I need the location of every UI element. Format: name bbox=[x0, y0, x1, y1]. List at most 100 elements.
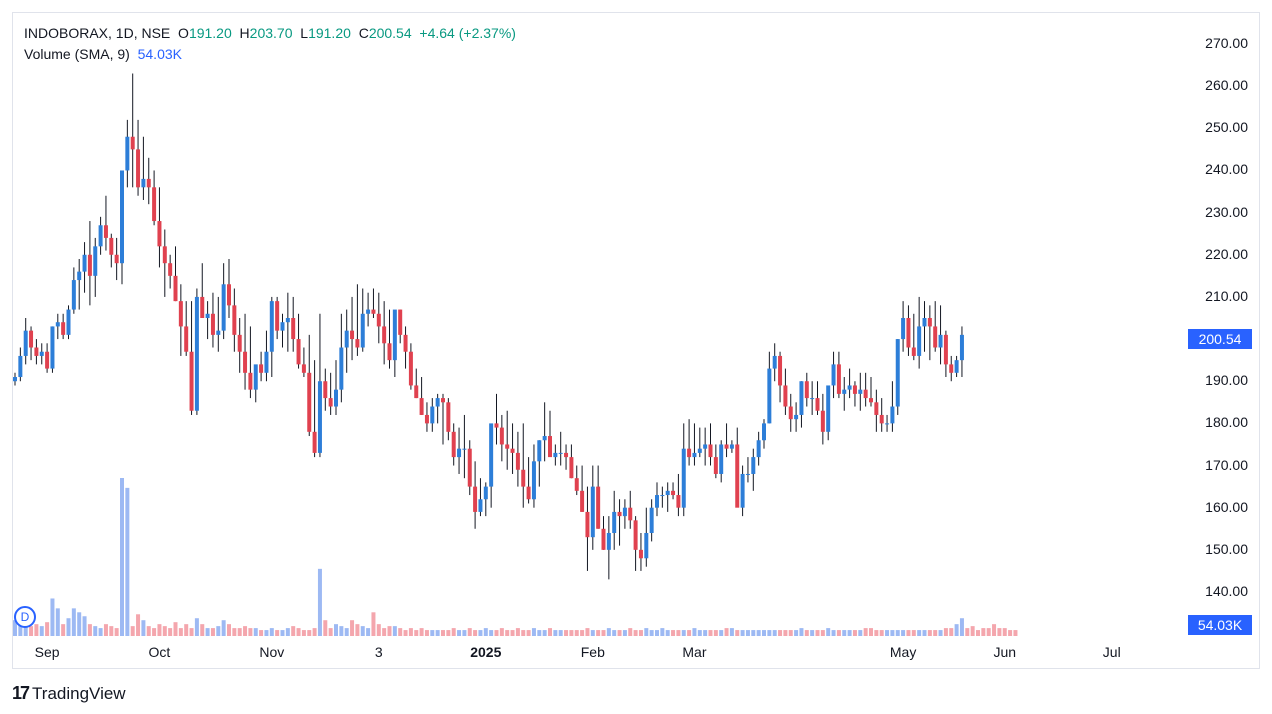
candle bbox=[296, 313, 301, 369]
candle-body bbox=[39, 351, 44, 356]
candle bbox=[890, 381, 895, 432]
volume-bar bbox=[542, 630, 547, 636]
volume-bar bbox=[515, 628, 520, 636]
candle-body bbox=[109, 237, 114, 255]
volume-bar bbox=[489, 630, 494, 636]
candle bbox=[408, 343, 413, 390]
candle bbox=[227, 258, 231, 318]
candle-body bbox=[548, 436, 552, 458]
candle bbox=[708, 423, 713, 466]
candle bbox=[371, 288, 376, 318]
candle-body bbox=[13, 377, 17, 382]
volume-bar bbox=[510, 630, 515, 636]
tradingview-brand[interactable]: 17 TradingView bbox=[12, 683, 126, 704]
candle-body bbox=[553, 452, 558, 458]
volume-bar bbox=[858, 630, 863, 636]
candle-body bbox=[852, 385, 857, 394]
candle-body bbox=[435, 398, 440, 407]
volume-bar bbox=[783, 630, 788, 636]
volume-bar bbox=[130, 626, 135, 636]
candle-body bbox=[751, 457, 756, 474]
volume-bar bbox=[259, 630, 264, 636]
candle-body bbox=[804, 381, 809, 399]
volume-bar bbox=[376, 624, 381, 636]
candle bbox=[810, 381, 815, 415]
candle bbox=[606, 516, 611, 580]
volume-bar bbox=[676, 630, 681, 636]
candle-body bbox=[376, 313, 381, 327]
volume-bar bbox=[596, 630, 601, 636]
candle-body bbox=[890, 406, 895, 424]
candle bbox=[29, 326, 34, 361]
candle bbox=[756, 431, 761, 466]
candle bbox=[61, 313, 66, 340]
candle bbox=[243, 313, 248, 390]
volume-bar bbox=[526, 630, 531, 636]
volume-bar bbox=[45, 622, 50, 636]
candle-body bbox=[419, 398, 424, 415]
candle bbox=[55, 313, 60, 340]
candle bbox=[376, 292, 381, 344]
tradingview-logo-icon: 17 bbox=[12, 683, 30, 703]
candle-body bbox=[232, 305, 237, 335]
candle bbox=[430, 398, 435, 432]
candle-body bbox=[574, 478, 579, 491]
candle bbox=[842, 377, 847, 411]
candle bbox=[424, 402, 429, 432]
candle-body bbox=[205, 313, 210, 318]
candle-body bbox=[162, 246, 167, 264]
volume-bar bbox=[141, 620, 146, 636]
y-tick-label: 260.00 bbox=[1205, 77, 1248, 94]
candle bbox=[259, 351, 264, 382]
volume-bar bbox=[120, 478, 124, 636]
candle bbox=[93, 237, 98, 297]
volume-bar bbox=[553, 630, 558, 636]
volume-bar bbox=[1013, 630, 1018, 636]
candle bbox=[590, 465, 595, 550]
volume-bar bbox=[745, 630, 750, 636]
candle-body bbox=[633, 520, 638, 550]
candle-body bbox=[681, 448, 686, 508]
candle-body bbox=[628, 507, 633, 521]
candle bbox=[136, 119, 141, 196]
candle-body bbox=[644, 532, 649, 559]
candle bbox=[762, 419, 766, 449]
volume-bar bbox=[954, 624, 959, 636]
candle bbox=[949, 355, 954, 382]
volume-bar bbox=[537, 630, 542, 636]
candle bbox=[334, 360, 338, 415]
volume-bar bbox=[917, 630, 922, 636]
volume-bar bbox=[622, 630, 627, 636]
volume-bar bbox=[906, 630, 911, 636]
volume-label: Volume (SMA, 9) bbox=[24, 46, 130, 62]
candle bbox=[66, 305, 71, 340]
volume-bar bbox=[681, 630, 686, 636]
candle bbox=[237, 318, 242, 373]
volume-bar bbox=[638, 630, 643, 636]
price-chart[interactable] bbox=[0, 0, 1272, 714]
last-price-tag: 200.54 bbox=[1188, 329, 1252, 349]
volume-bar bbox=[895, 630, 900, 636]
volume-bar bbox=[531, 628, 536, 636]
dividend-badge[interactable]: D bbox=[14, 606, 36, 628]
candle-body bbox=[210, 313, 215, 335]
candle-body bbox=[569, 457, 574, 479]
candle-body bbox=[296, 339, 301, 365]
volume-bar bbox=[901, 630, 906, 636]
volume-bar bbox=[981, 628, 986, 636]
candle-body bbox=[542, 436, 547, 441]
volume-bar bbox=[499, 628, 504, 636]
candle-body bbox=[660, 495, 665, 497]
candle bbox=[253, 364, 258, 403]
volume-bar bbox=[719, 630, 724, 636]
volume-bar bbox=[505, 630, 510, 636]
candle bbox=[457, 427, 462, 474]
volume-bar bbox=[451, 628, 456, 636]
candle-body bbox=[719, 444, 724, 474]
close-label: C bbox=[358, 25, 369, 41]
candle bbox=[103, 195, 108, 251]
candle-body bbox=[836, 364, 841, 394]
candle bbox=[307, 334, 312, 437]
volume-bar bbox=[633, 630, 638, 636]
y-tick-label: 240.00 bbox=[1205, 161, 1248, 178]
